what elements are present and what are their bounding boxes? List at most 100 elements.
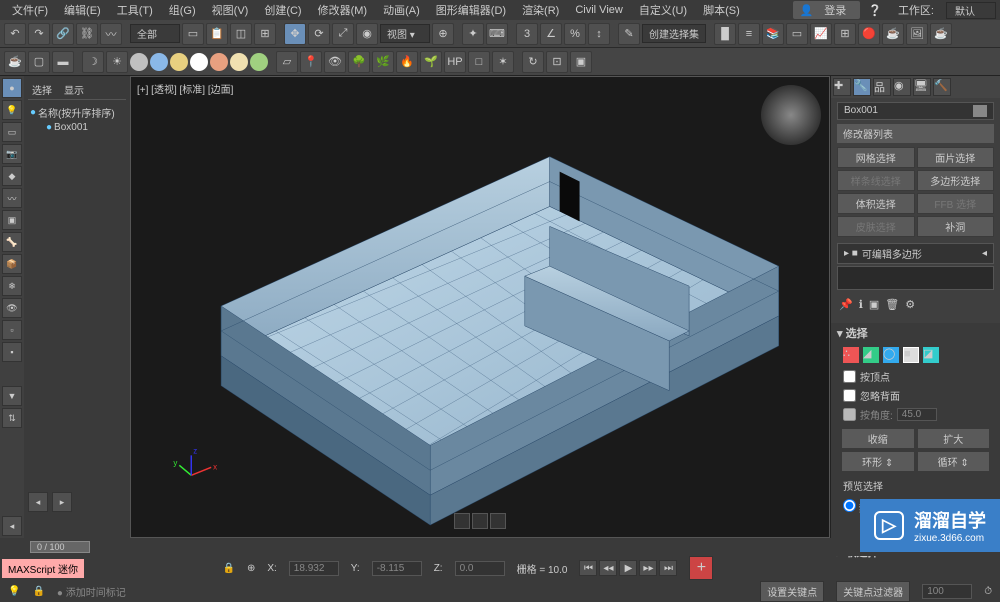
align-icon[interactable]: ≡ xyxy=(738,23,760,45)
poly-icon[interactable]: ▱ xyxy=(276,51,298,73)
lt-helper-icon[interactable]: ◆ xyxy=(2,166,22,186)
fire-icon[interactable]: 🔥 xyxy=(396,51,418,73)
box-icon[interactable]: ▢ xyxy=(28,51,50,73)
border-subobj-icon[interactable]: ◯ xyxy=(883,347,899,363)
lock-icon[interactable]: 🔒 xyxy=(223,563,235,574)
sphere-green-icon[interactable] xyxy=(250,53,268,71)
lt-frozen-icon[interactable]: ❄ xyxy=(2,276,22,296)
prev-frame-icon[interactable]: ◂◂ xyxy=(599,560,617,576)
unlink-icon[interactable]: ⛓ xyxy=(76,23,98,45)
configure-icon[interactable]: ⚙ xyxy=(905,298,915,311)
keyboard-icon[interactable]: ⌨ xyxy=(486,23,508,45)
named-selection-set[interactable]: 创建选择集 xyxy=(642,24,706,43)
isolate-icon[interactable]: 💡 xyxy=(8,586,20,597)
tab-select[interactable]: 选择 xyxy=(32,82,52,97)
lt-misc2-icon[interactable]: ▪ xyxy=(2,342,22,362)
timeline-slider[interactable]: 0 / 100 xyxy=(30,541,90,553)
selection-rollout-header[interactable]: ▾ 选择 xyxy=(831,323,1000,343)
z-coord-field[interactable]: 0.0 xyxy=(455,561,505,576)
spinner-snap-icon[interactable]: ↕ xyxy=(588,23,610,45)
window-crossing-icon[interactable]: ⊞ xyxy=(254,23,276,45)
lt-collapse-icon[interactable]: ◂ xyxy=(2,516,22,536)
tree-icon[interactable]: 🌳 xyxy=(348,51,370,73)
sphere-blue-icon[interactable] xyxy=(150,53,168,71)
edge-subobj-icon[interactable]: ◢ xyxy=(863,347,879,363)
x-coord-field[interactable]: 18.932 xyxy=(289,561,339,576)
lt-camera-icon[interactable]: 📷 xyxy=(2,144,22,164)
tree-nav-next[interactable]: ▸ xyxy=(52,492,72,512)
select-move-icon[interactable]: ✥ xyxy=(284,23,306,45)
select-scale-icon[interactable]: ⤢ xyxy=(332,23,354,45)
viewport-canvas[interactable]: x y z xyxy=(131,77,829,537)
mirror-icon[interactable]: ▐▌ xyxy=(714,23,736,45)
grow-button[interactable]: 扩大 xyxy=(917,428,991,449)
viewport-label[interactable]: [+] [透视] [标准] [边面] xyxy=(137,81,233,96)
menu-modifier[interactable]: 修改器(M) xyxy=(310,2,376,18)
plant-icon[interactable]: 🌿 xyxy=(372,51,394,73)
menu-edit[interactable]: 编辑(E) xyxy=(56,2,109,18)
transform-type-icon[interactable]: ⊕ xyxy=(247,563,255,574)
tree-sort-header[interactable]: ●名称(按升序排序) xyxy=(28,104,126,121)
sphere-orange-icon[interactable] xyxy=(210,53,228,71)
lt-shape-icon[interactable]: ▭ xyxy=(2,122,22,142)
vertex-subobj-icon[interactable]: ∴ xyxy=(843,347,859,363)
ring-button[interactable]: 环形 ⇕ xyxy=(841,451,915,472)
tab-display[interactable]: 显示 xyxy=(64,82,84,97)
sphere-tan-icon[interactable] xyxy=(230,53,248,71)
view-icon[interactable]: 👁 xyxy=(324,51,346,73)
lt-container-icon[interactable]: 📦 xyxy=(2,254,22,274)
help-icon[interactable]: ❔ xyxy=(868,4,882,17)
poly-select-button[interactable]: 多边形选择 xyxy=(917,170,995,191)
menu-animation[interactable]: 动画(A) xyxy=(375,2,428,18)
timeline[interactable]: 0 / 100 xyxy=(0,538,1000,556)
lt-misc1-icon[interactable]: ▫ xyxy=(2,320,22,340)
menu-create[interactable]: 创建(C) xyxy=(256,2,309,18)
menu-group[interactable]: 组(G) xyxy=(161,2,204,18)
modify-tab-icon[interactable]: 🔧 xyxy=(853,78,871,96)
link-icon[interactable]: 🔗 xyxy=(52,23,74,45)
angle-snap-icon[interactable]: ∠ xyxy=(540,23,562,45)
grass-icon[interactable]: 🌱 xyxy=(420,51,442,73)
maxscript-listener[interactable]: MAXScript 迷你 xyxy=(2,559,84,578)
material-editor-icon[interactable]: 🔴 xyxy=(858,23,880,45)
explode-icon[interactable]: ✶ xyxy=(492,51,514,73)
tree-nav-prev[interactable]: ◂ xyxy=(28,492,48,512)
shrink-button[interactable]: 收缩 xyxy=(841,428,915,449)
layer-icon[interactable]: 📚 xyxy=(762,23,784,45)
panel-icon[interactable]: ▬ xyxy=(52,51,74,73)
auto-key-button[interactable]: + xyxy=(689,556,713,580)
lt-spacewarp-icon[interactable]: 〰 xyxy=(2,188,22,208)
selection-filter[interactable]: 全部 xyxy=(130,24,180,43)
curve-editor-icon[interactable]: 📈 xyxy=(810,23,832,45)
menu-graph-editor[interactable]: 图形编辑器(D) xyxy=(428,2,514,18)
workspace-selector[interactable]: 工作区: 默认 xyxy=(890,2,996,19)
edit-selection-icon[interactable]: ✎ xyxy=(618,23,640,45)
pin-stack-icon[interactable]: 📌 xyxy=(839,298,853,311)
modifier-stack-area[interactable] xyxy=(837,266,994,290)
login-button[interactable]: 👤 登录 xyxy=(793,1,860,19)
key-filter-button[interactable]: 关键点过滤器 xyxy=(836,581,910,602)
sphere-white-icon[interactable] xyxy=(190,53,208,71)
menu-customize[interactable]: 自定义(U) xyxy=(631,2,695,18)
modifier-stack-item[interactable]: ▸ ■可编辑多边形 ◂ xyxy=(837,243,994,264)
motion-tab-icon[interactable]: ◉ xyxy=(893,78,911,96)
menu-tools[interactable]: 工具(T) xyxy=(109,2,161,18)
marker-icon[interactable]: 📍 xyxy=(300,51,322,73)
mesh-select-button[interactable]: 网格选择 xyxy=(837,147,915,168)
misc-icon[interactable]: ↻ xyxy=(522,51,544,73)
percent-snap-icon[interactable]: % xyxy=(564,23,586,45)
time-config-icon[interactable]: ⏱ xyxy=(984,586,992,597)
sphere-yellow-icon[interactable] xyxy=(170,53,188,71)
misc3-icon[interactable]: ▣ xyxy=(570,51,592,73)
modifier-list-dropdown[interactable]: 修改器列表 xyxy=(837,124,994,143)
crescent-icon[interactable]: ☽ xyxy=(82,51,104,73)
lt-object-icon[interactable]: ● xyxy=(2,78,22,98)
lt-light-icon[interactable]: 💡 xyxy=(2,100,22,120)
utilities-tab-icon[interactable]: 🔨 xyxy=(933,78,951,96)
vol-select-button[interactable]: 体积选择 xyxy=(837,193,915,214)
hp-icon[interactable]: HP xyxy=(444,51,466,73)
toggle-ribbon-icon[interactable]: ▭ xyxy=(786,23,808,45)
redo-icon[interactable]: ↷ xyxy=(28,23,50,45)
ignore-backface-checkbox[interactable] xyxy=(843,389,856,402)
lt-group-icon[interactable]: ▣ xyxy=(2,210,22,230)
